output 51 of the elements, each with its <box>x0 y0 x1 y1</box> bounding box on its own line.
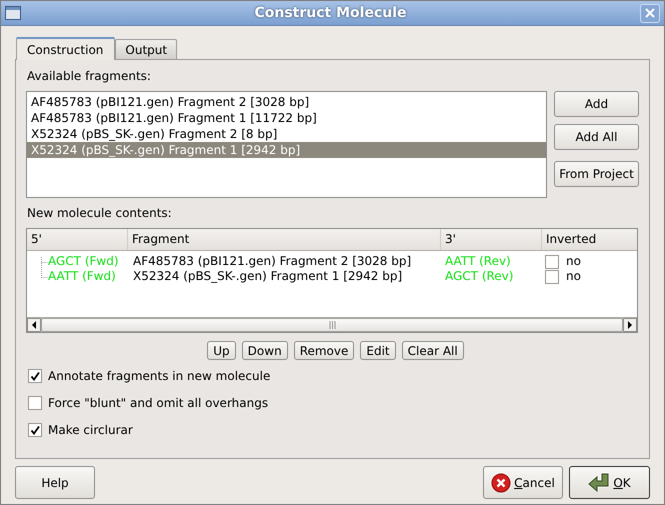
checkbox-label[interactable]: Force "blunt" and omit all overhangs <box>48 396 268 410</box>
cancel-button[interactable]: Cancel <box>483 466 563 499</box>
tab[interactable]: Output <box>115 39 178 59</box>
table-cell-text: AATT (Rev) <box>444 254 512 269</box>
scroll-left-button[interactable] <box>27 318 41 332</box>
checkbox[interactable] <box>28 396 42 410</box>
checkbox[interactable] <box>545 270 559 284</box>
table-cell: AATT (Fwd) <box>48 269 116 284</box>
button[interactable]: Down <box>242 341 288 360</box>
cancel-icon <box>491 472 512 492</box>
fragment-list[interactable]: AF485783 (pBI121.gen) Fragment 2 [3028 bp] AF485783 (pBI121.gen) Fragment 1 [11722 bp] X52324 (pBS_SK-.gen) Fragment 2 [8 bp] X52324 (pBS_SK-.gen) Fragment 1 [2942 bp] <box>26 91 547 198</box>
column-header[interactable]: 5' <box>27 229 128 250</box>
grip-icon <box>328 321 336 329</box>
checkbox-label[interactable]: Make circlurar <box>48 423 133 437</box>
close-icon <box>645 8 655 18</box>
section-label: New molecule contents: <box>27 206 173 222</box>
help-button[interactable]: Help <box>15 466 95 499</box>
table-cell-text: AF485783 (pBI121.gen) Fragment 2 [3028 bp] <box>132 254 412 269</box>
button[interactable]: Add <box>554 91 639 117</box>
button[interactable]: Up <box>207 341 236 360</box>
button[interactable]: Clear All <box>402 341 464 360</box>
window-title: Construct Molecule <box>253 5 408 21</box>
table-cell-text: X52324 (pBS_SK-.gen) Fragment 1 [2942 bp] <box>132 269 404 284</box>
button[interactable]: Remove <box>294 341 354 360</box>
list-item[interactable]: AF485783 (pBI121.gen) Fragment 1 [11722 bp] <box>27 110 546 126</box>
tab[interactable]: Construction <box>16 37 116 60</box>
scroll-right-button[interactable] <box>623 318 637 332</box>
checkbox-label[interactable]: Annotate fragments in new molecule <box>48 369 270 383</box>
table-cell-text: AGCT (Rev) <box>444 269 514 284</box>
button[interactable]: From Project <box>554 161 639 187</box>
table-cell: no <box>566 269 581 284</box>
checkbox[interactable] <box>545 254 559 268</box>
list-item[interactable]: AF485783 (pBI121.gen) Fragment 2 [3028 bp] <box>27 94 546 110</box>
arrow-icon <box>588 473 610 492</box>
checkbox[interactable] <box>28 423 42 437</box>
table-cell: AGCT (Fwd) <box>48 254 119 269</box>
ok-button[interactable]: OK <box>569 466 650 499</box>
close-button[interactable] <box>640 4 660 22</box>
column-header[interactable]: 3' <box>441 229 542 250</box>
column-header[interactable]: Inverted <box>542 229 637 250</box>
right-arrow-icon <box>627 321 633 329</box>
window-icon <box>5 6 21 20</box>
list-item[interactable]: X52324 (pBS_SK-.gen) Fragment 2 [8 bp] <box>27 126 546 142</box>
section-label: Available fragments: <box>27 69 152 85</box>
checkbox[interactable] <box>28 369 42 383</box>
button[interactable]: Add All <box>554 124 639 150</box>
list-item[interactable]: X52324 (pBS_SK-.gen) Fragment 1 [2942 bp] <box>27 142 546 158</box>
table-cell: no <box>566 254 581 269</box>
column-header[interactable]: Fragment <box>128 229 441 250</box>
button[interactable]: Edit <box>360 341 396 360</box>
left-arrow-icon <box>31 321 37 329</box>
